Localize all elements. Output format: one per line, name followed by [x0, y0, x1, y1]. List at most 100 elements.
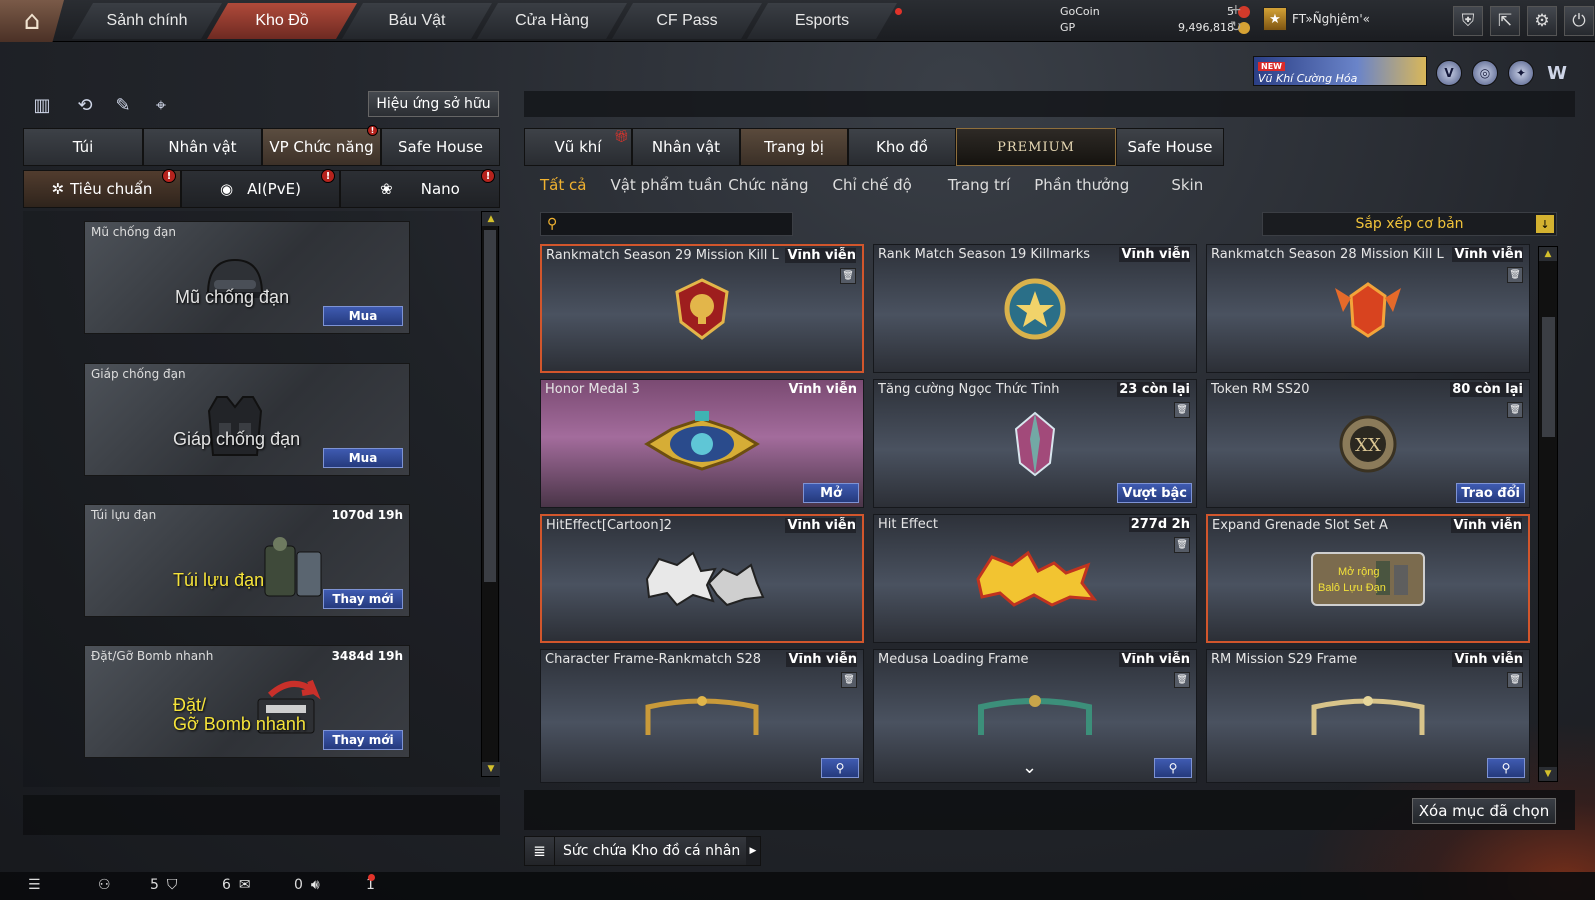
tab-safe-house[interactable]: Safe House	[1116, 128, 1224, 166]
filter-function[interactable]: Chức năng	[728, 172, 808, 198]
subtab-nano[interactable]: ❀ Nano !	[340, 169, 500, 208]
buy-button[interactable]: Mua	[323, 306, 403, 326]
trash-icon[interactable]: 🗑︎	[841, 672, 857, 688]
globe-badge-icon[interactable]: ◎	[1472, 60, 1498, 86]
item-card[interactable]: HitEffect[Cartoon]2 Vĩnh viễn	[540, 514, 864, 643]
home-icon[interactable]: ⌂	[0, 0, 64, 42]
trash-icon[interactable]: 🗑︎	[1507, 267, 1523, 283]
nav-tab-shop[interactable]: Cửa Hàng	[477, 3, 627, 39]
exchange-button[interactable]: Trao đổi	[1456, 483, 1525, 503]
item-card[interactable]: XX Token RM SS20 80 còn lại 🗑︎ Trao đổi	[1206, 379, 1530, 508]
tab-function-items[interactable]: VP Chức năng !	[262, 125, 381, 166]
owned-effects-button[interactable]: Hiệu ứng sở hữu	[368, 91, 499, 117]
filter-all[interactable]: Tất cả	[540, 172, 586, 198]
trash-icon[interactable]: 🗑︎	[1507, 672, 1523, 688]
delete-selected-button[interactable]: Xóa mục đã chọn	[1412, 798, 1556, 824]
menu-list-icon[interactable]: ☰	[28, 877, 41, 893]
friends-count: 5	[150, 877, 159, 893]
filter-rewards[interactable]: Phần thưởng	[1034, 172, 1129, 198]
magnifier-icon[interactable]: ⚲	[821, 758, 859, 778]
power-icon[interactable]: ⏻	[1564, 6, 1594, 36]
scroll-thumb[interactable]	[1542, 317, 1555, 437]
nav-tab-cf-pass[interactable]: CF Pass	[612, 3, 762, 39]
tab-weapons[interactable]: Vũ khí 🎁︎	[524, 128, 632, 166]
subtab-ai-pve[interactable]: ◉ AI(PvE) !	[181, 169, 340, 208]
tab-premium[interactable]: PREMIUM	[956, 128, 1116, 166]
item-card[interactable]: RM Mission S29 Frame Vĩnh viễn 🗑︎ ⚲	[1206, 649, 1530, 783]
renew-button[interactable]: Thay mới	[323, 589, 403, 609]
open-button[interactable]: Mở	[803, 483, 859, 503]
list-item[interactable]: Túi lựu đạn 1070d 19h Túi lựu đạn Thay m…	[84, 504, 410, 617]
upgrade-button[interactable]: Vượt bậc	[1117, 483, 1192, 503]
item-card[interactable]: Rankmatch Season 29 Mission Kill L Vĩnh …	[540, 244, 864, 373]
item-card[interactable]: Character Frame-Rankmatch S28 Vĩnh viễn …	[540, 649, 864, 783]
nav-tab-lobby[interactable]: Sảnh chính	[72, 3, 222, 39]
trash-icon[interactable]: 🗑︎	[1507, 402, 1523, 418]
scroll-thumb[interactable]	[484, 230, 496, 582]
gift-boxes-icon[interactable]: ▥	[29, 92, 55, 118]
trash-icon[interactable]: 🗑︎	[1174, 402, 1190, 418]
subtab-standard[interactable]: ✲ Tiêu chuẩn !	[23, 169, 181, 208]
left-scrollbar[interactable]: ▲ ▼	[481, 211, 500, 777]
promo-banner[interactable]: NEW Vũ Khí Cường Hóa	[1253, 56, 1427, 86]
rank-badge-icon[interactable]: ✦	[1508, 60, 1534, 86]
gear-icon[interactable]: ⚙	[1527, 6, 1557, 36]
sort-arrow-icon[interactable]: ↓	[1536, 215, 1554, 233]
filter-skin[interactable]: Skin	[1171, 172, 1203, 198]
chevron-down-icon[interactable]: ⌄	[1022, 757, 1037, 778]
w-logo-icon[interactable]: W	[1544, 60, 1570, 86]
scroll-down-icon[interactable]: ▼	[482, 762, 500, 776]
clan-status[interactable]: 6 ✉	[222, 877, 251, 893]
right-scrollbar[interactable]: ▲ ▼	[1538, 246, 1558, 782]
shield-icon[interactable]: ⛨	[1453, 6, 1483, 36]
filter-weekly[interactable]: Vật phẩm tuần	[610, 172, 722, 198]
item-card[interactable]: Rank Match Season 19 Killmarks Vĩnh viễn	[873, 244, 1197, 373]
item-card[interactable]: Medusa Loading Frame Vĩnh viễn 🗑︎ ⌄ ⚲	[873, 649, 1197, 783]
magnifier-icon[interactable]: ⚲	[1487, 758, 1525, 778]
user-profile[interactable]: ★ FT»Ñghjêm'«	[1263, 7, 1370, 31]
trash-icon[interactable]: 🗑︎	[1174, 537, 1190, 553]
nav-tab-inventory[interactable]: Kho Đồ	[207, 3, 357, 39]
tab-safe-house[interactable]: Safe House	[381, 128, 500, 166]
magnifier-icon[interactable]: ⚲	[1154, 758, 1192, 778]
item-card[interactable]: Mở rộng Balô Lựu Đạn Expand Grenade Slot …	[1206, 514, 1530, 643]
v-badge-icon[interactable]: V	[1436, 60, 1462, 86]
renew-button[interactable]: Thay mới	[323, 730, 403, 750]
buy-button[interactable]: Mua	[323, 448, 403, 468]
tab-character[interactable]: Nhân vật	[632, 128, 740, 166]
scroll-up-icon[interactable]: ▲	[1539, 247, 1557, 261]
refresh-icon[interactable]: ⟲	[72, 92, 98, 118]
mouse-icon[interactable]: ⌖	[148, 92, 174, 118]
filter-mode-only[interactable]: Chỉ chế độ	[832, 172, 911, 198]
scroll-up-icon[interactable]: ▲	[482, 212, 500, 226]
exit-arrow-icon[interactable]: ⇱	[1490, 6, 1520, 36]
tab-equipment[interactable]: Trang bị	[740, 128, 848, 166]
friends-status[interactable]: 5 ⛉	[150, 877, 177, 893]
list-item[interactable]: Mũ chống đạn Mũ chống đạn Mua	[84, 221, 410, 334]
search-input[interactable]: ⚲	[540, 212, 793, 236]
friends-icon[interactable]: ⚇	[98, 877, 111, 893]
storage-capacity-button[interactable]: ≣ Sức chứa Kho đồ cá nhân ▶	[524, 836, 761, 866]
tab-storage[interactable]: Kho đồ	[848, 128, 956, 166]
search-icon: ⚲	[547, 216, 558, 232]
trash-icon[interactable]: 🗑︎	[840, 268, 856, 284]
filter-decor[interactable]: Trang trí	[948, 172, 1010, 198]
trash-icon[interactable]: 🗑︎	[1174, 672, 1190, 688]
item-card[interactable]: Honor Medal 3 Vĩnh viễn Mở	[540, 379, 864, 508]
add-currency-icon[interactable]: + ↻	[1230, 2, 1242, 36]
item-card[interactable]: Hit Effect 277d 2h 🗑︎	[873, 514, 1197, 643]
nav-tab-esports[interactable]: Esports	[747, 3, 897, 39]
scroll-down-icon[interactable]: ▼	[1539, 767, 1557, 781]
list-item[interactable]: Đặt/Gỡ Bomb nhanh 3484d 19h Đặt/ Gỡ Bomb…	[84, 645, 410, 758]
list-item[interactable]: Giáp chống đạn Giáp chống đạn Mua	[84, 363, 410, 476]
svg-text:Mở rộng: Mở rộng	[1338, 566, 1379, 578]
repair-icon[interactable]: ✎	[110, 92, 136, 118]
item-card[interactable]: Tăng cường Ngọc Thức Tỉnh 23 còn lại 🗑︎ …	[873, 379, 1197, 508]
sort-dropdown[interactable]: Sắp xếp cơ bản ↓	[1262, 212, 1557, 236]
alert-badge: !	[367, 125, 378, 136]
item-card[interactable]: Rankmatch Season 28 Mission Kill L Vĩnh …	[1206, 244, 1530, 373]
tab-bag[interactable]: Túi	[23, 128, 143, 166]
tab-character[interactable]: Nhân vật	[143, 128, 262, 166]
messages-status[interactable]: 0 🔊︎	[294, 877, 320, 893]
nav-tab-treasure[interactable]: Báu Vật	[342, 3, 492, 39]
